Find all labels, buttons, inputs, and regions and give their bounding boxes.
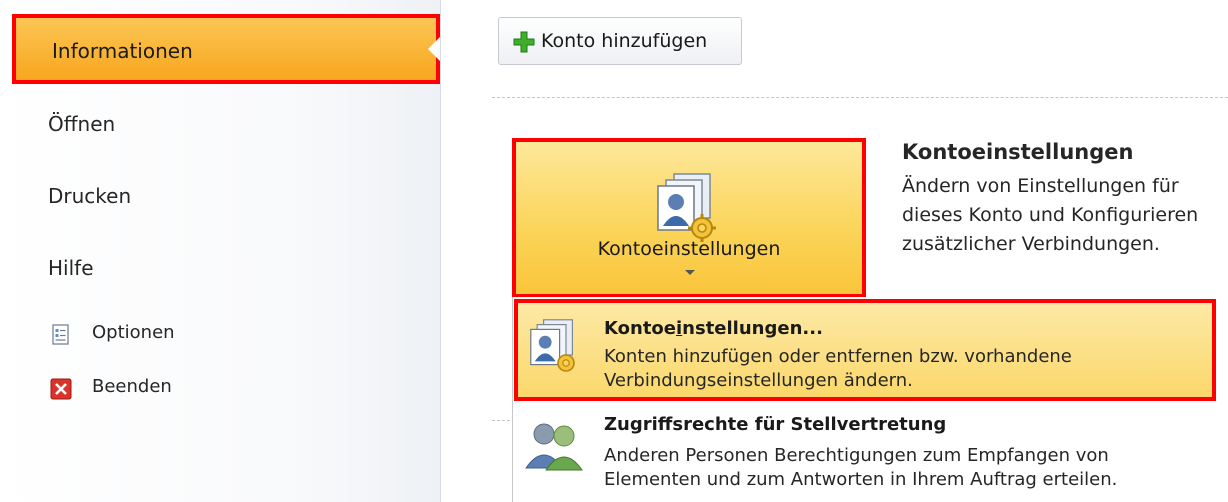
plus-icon [513,31,535,53]
description-line: dieses Konto und Konfigurieren [902,204,1199,226]
nav-item-label: Optionen [92,322,175,343]
nav-item-label: Hilfe [48,256,94,280]
add-account-button[interactable]: Konto hinzufügen [498,17,742,65]
description-line: zusätzlicher Verbindungen. [902,233,1160,255]
nav-item-label: Drucken [48,184,132,208]
menu-item-title: Zugriffsrechte für Stellvertretung [604,414,947,435]
nav-item-hilfe[interactable]: Hilfe [0,256,440,286]
selection-notch [428,37,440,61]
description-line: Anderen Personen Berechtigungen zum Empf… [604,445,1109,466]
account-settings-description: Ändern von Einstellungen für dieses Kont… [902,172,1228,259]
nav-item-oeffnen[interactable]: Öffnen [0,112,440,142]
options-icon [52,324,69,345]
menu-item-title-part: nstellungen... [682,318,823,339]
nav-item-optionen[interactable]: Optionen [0,322,440,350]
backstage-nav: Informationen Öffnen Drucken Hilfe Optio… [0,0,440,502]
nav-separator [440,0,441,502]
nav-item-label: Beenden [92,376,172,397]
add-account-label: Konto hinzufügen [541,30,708,52]
menu-item-description: Konten hinzufügen oder entfernen bzw. vo… [604,345,1214,393]
account-settings-button[interactable]: Kontoeinstellungen [512,138,866,298]
description-line: Verbindungseinstellungen ändern. [604,370,913,391]
menu-item-delegate-access[interactable]: Zugriffsrechte für Stellvertretung Ander… [514,408,1216,502]
section-divider [492,97,1228,98]
account-settings-icon [530,319,575,372]
exit-icon [50,378,72,400]
menu-item-title: Kontoeinstellungen... [604,318,823,339]
account-settings-title: Kontoeinstellungen [902,140,1134,164]
description-line: Konten hinzufügen oder entfernen bzw. vo… [604,346,1072,367]
chevron-down-icon [685,270,695,275]
menu-item-title-part: Kontoe [604,318,676,339]
description-line: Ändern von Einstellungen für [902,175,1179,197]
account-settings-button-label: Kontoeinstellungen [597,238,781,260]
nav-item-beenden[interactable]: Beenden [0,376,440,404]
nav-item-informationen[interactable]: Informationen [12,14,440,84]
menu-item-account-settings[interactable]: Kontoeinstellungen... Konten hinzufügen … [514,299,1216,401]
account-settings-icon [657,173,716,242]
delegate-access-icon [525,423,583,471]
menu-item-description: Anderen Personen Berechtigungen zum Empf… [604,444,1214,492]
nav-item-drucken[interactable]: Drucken [0,184,440,214]
nav-item-label: Informationen [52,39,193,63]
nav-item-label: Öffnen [48,112,116,136]
description-line: Elementen und zum Antworten in Ihrem Auf… [604,469,1118,490]
